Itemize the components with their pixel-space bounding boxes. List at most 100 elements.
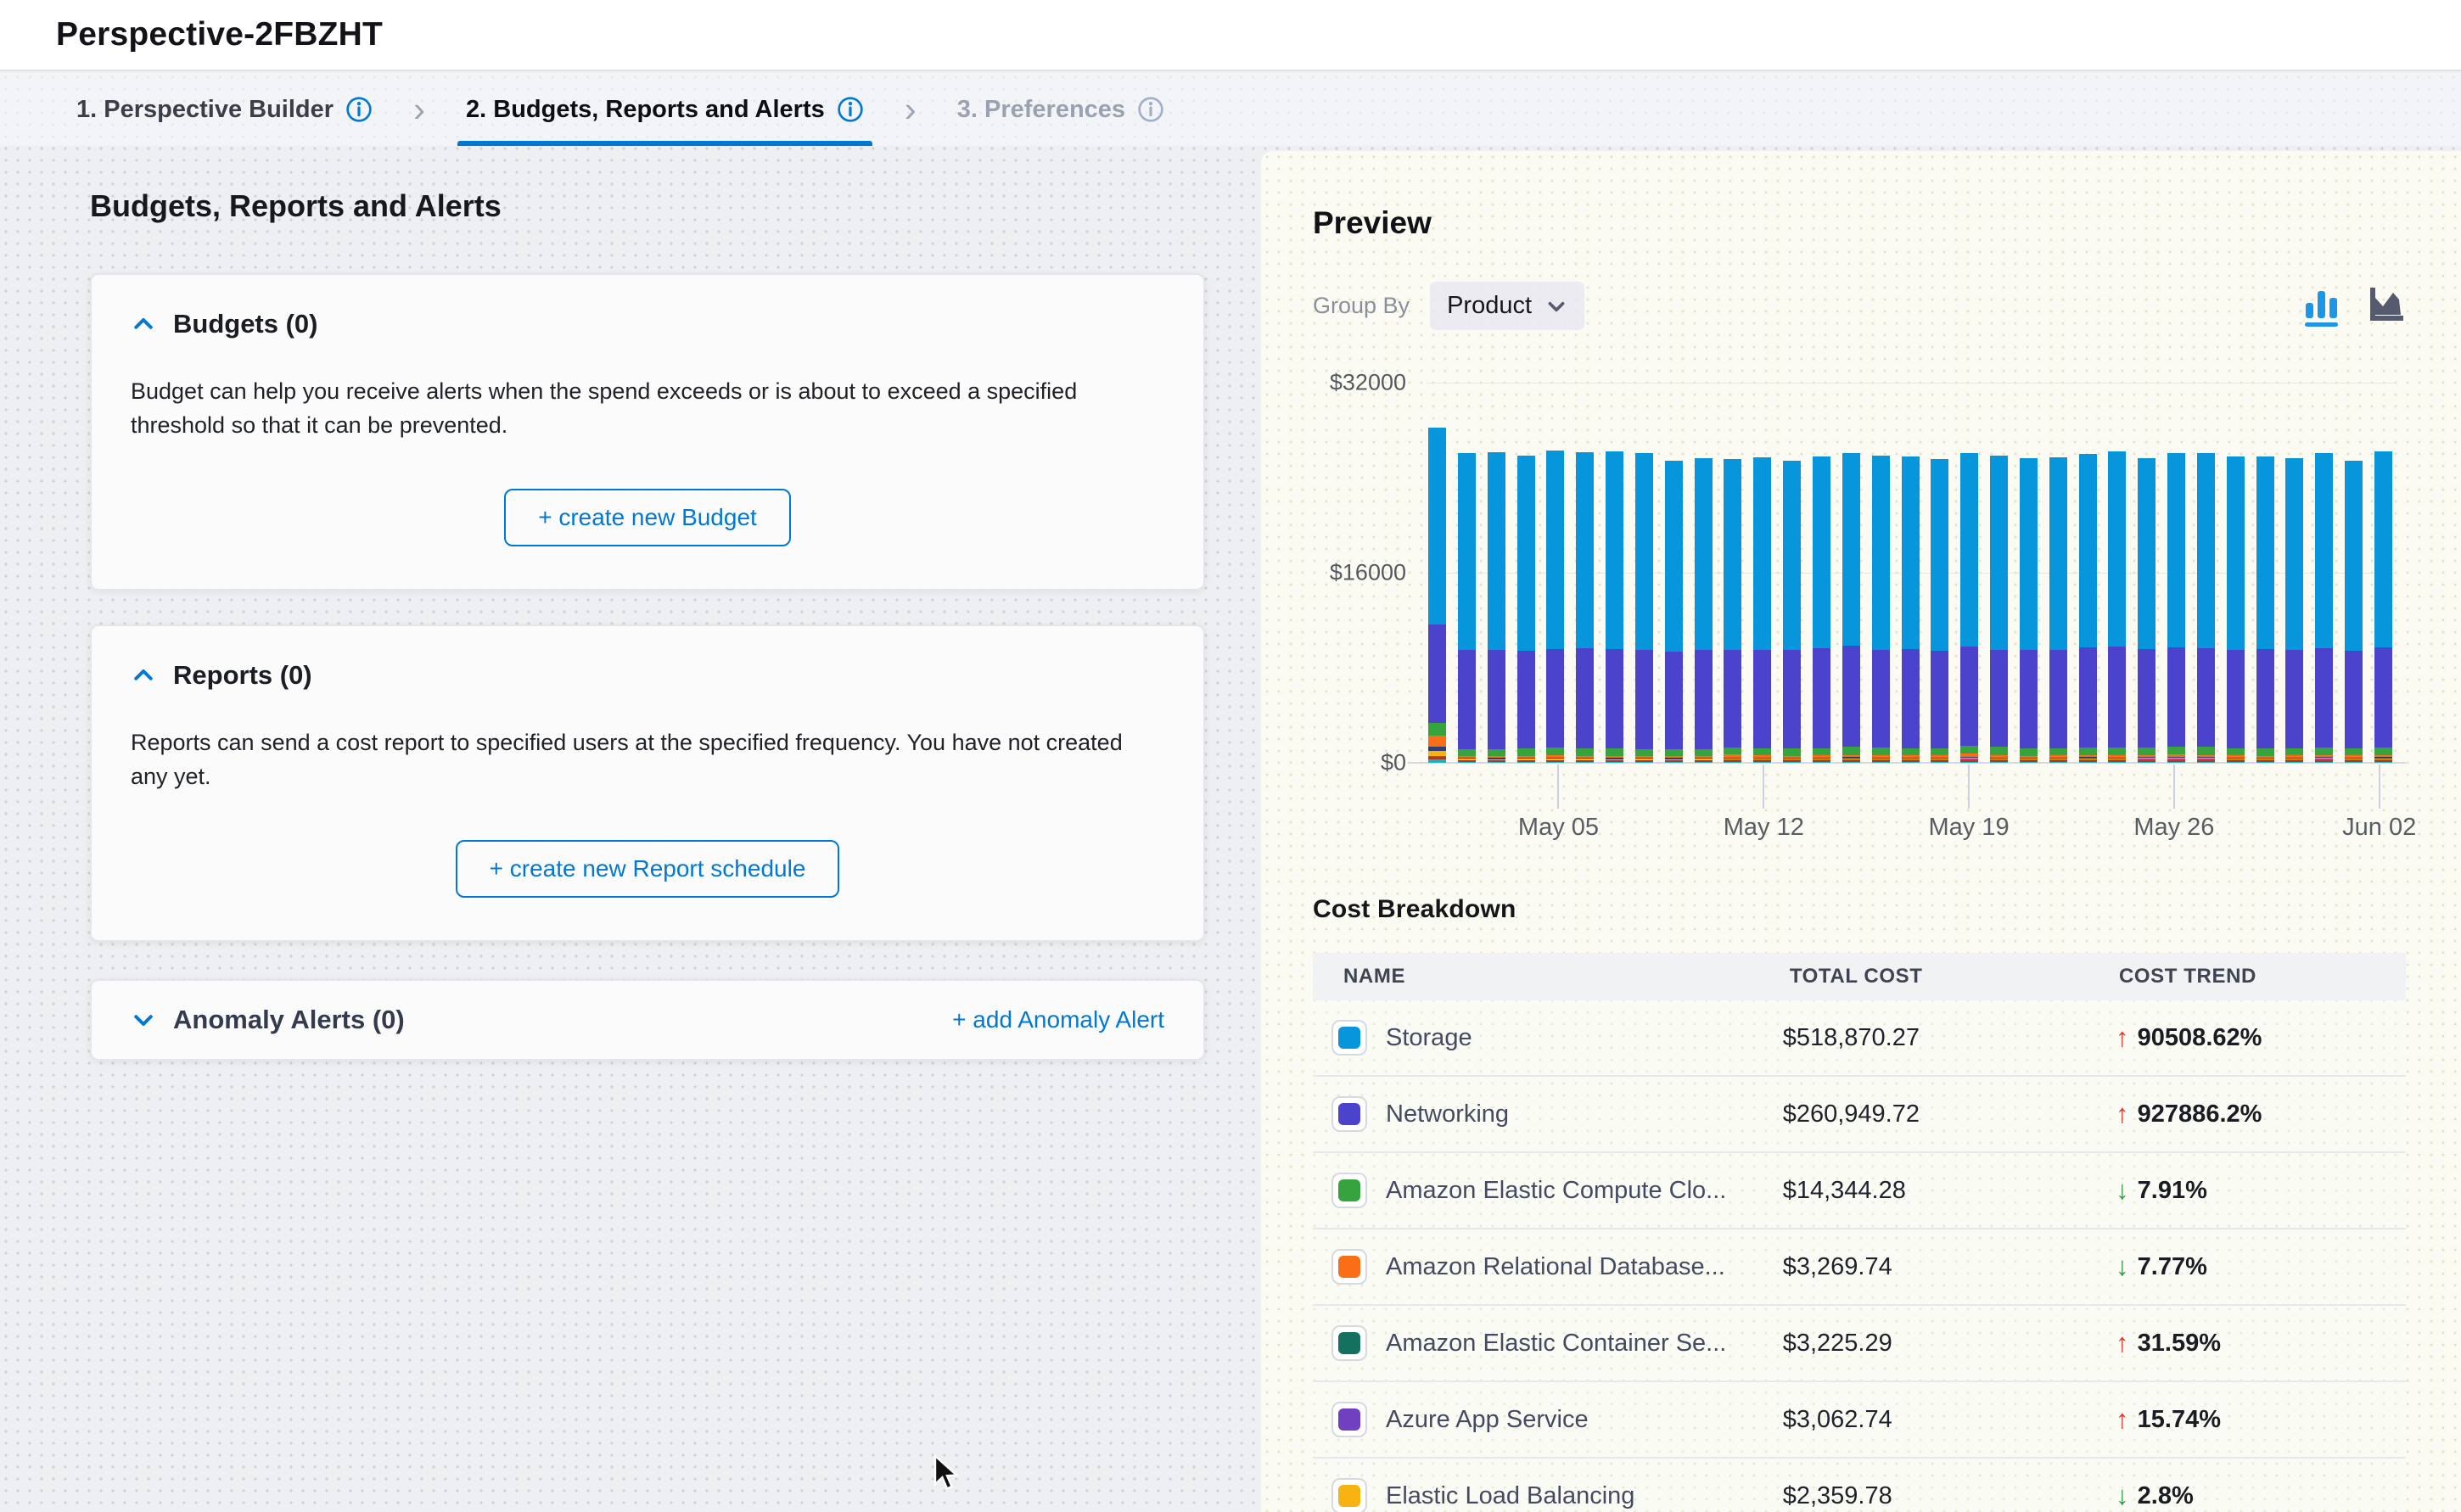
bar-chart-icon[interactable] xyxy=(2301,284,2342,328)
trend-up-icon: ↑ xyxy=(2116,1022,2129,1053)
stacked-bar xyxy=(2315,453,2333,763)
row-name: Amazon Relational Database... xyxy=(1386,1253,1725,1281)
trend-down-icon: ↓ xyxy=(2116,1175,2129,1206)
preview-controls: Group By Product xyxy=(1313,282,2405,330)
create-budget-button[interactable]: + create new Budget xyxy=(504,489,791,546)
stacked-bar xyxy=(1753,457,1771,763)
stacked-bar xyxy=(1990,456,2008,763)
section-heading: Budgets, Reports and Alerts xyxy=(90,188,1205,224)
stacked-bar xyxy=(1872,456,1890,763)
area-chart-icon[interactable] xyxy=(2364,284,2405,328)
tab-perspective-builder[interactable]: 1. Perspective Builder xyxy=(68,73,381,146)
chevron-up-icon[interactable] xyxy=(131,663,156,688)
chevron-up-icon[interactable] xyxy=(131,311,156,337)
info-icon[interactable] xyxy=(1137,96,1164,123)
stacked-bar xyxy=(2285,458,2303,763)
legend-swatch xyxy=(1331,1402,1367,1437)
tab-label: 3. Preferences xyxy=(957,96,1125,124)
table-header: NAME TOTAL COST COST TREND xyxy=(1313,953,2406,1000)
stacked-bar xyxy=(1931,459,1948,763)
row-name: Elastic Load Balancing xyxy=(1386,1482,1634,1510)
stacked-bar xyxy=(1576,452,1594,763)
y-tick-label: $32000 xyxy=(1313,370,1406,396)
info-icon[interactable] xyxy=(837,96,864,123)
table-row: Amazon Elastic Compute Clo...$14,344.28↓… xyxy=(1313,1153,2406,1229)
chart-type-toggles xyxy=(2301,284,2405,328)
legend-swatch xyxy=(1331,1096,1367,1132)
x-tick-mark xyxy=(1763,764,1764,809)
info-icon[interactable] xyxy=(345,96,373,123)
stacked-bar xyxy=(2374,451,2392,763)
x-tick-label: May 12 xyxy=(1724,814,1804,842)
tab-preferences[interactable]: 3. Preferences xyxy=(949,73,1173,146)
preview-panel: Preview Group By Product xyxy=(1260,151,2461,1512)
x-tick-mark xyxy=(2173,764,2175,809)
row-total-cost: $3,269.74 xyxy=(1783,1253,2116,1281)
stacked-bar xyxy=(1724,459,1741,763)
budgets-description: Budget can help you receive alerts when … xyxy=(131,375,1164,443)
stacked-bar xyxy=(2049,457,2067,763)
reports-description: Reports can send a cost report to specif… xyxy=(131,726,1164,794)
add-anomaly-alert-link[interactable]: + add Anomaly Alert xyxy=(952,1006,1164,1033)
y-tick-label: $16000 xyxy=(1313,560,1406,586)
tab-label: 2. Budgets, Reports and Alerts xyxy=(466,96,825,124)
stacked-bar xyxy=(2167,453,2185,763)
row-total-cost: $3,225.29 xyxy=(1783,1330,2116,1358)
stacked-bar xyxy=(2256,456,2274,763)
stacked-bar xyxy=(1902,456,1920,763)
trend-down-icon: ↓ xyxy=(2116,1481,2129,1511)
tab-label: 1. Perspective Builder xyxy=(76,96,334,124)
tab-budgets-reports-alerts[interactable]: 2. Budgets, Reports and Alerts xyxy=(457,73,872,146)
stacked-bar xyxy=(1517,456,1535,763)
settings-column: Budgets, Reports and Alerts Budgets (0) … xyxy=(0,146,1260,1512)
stacked-bar xyxy=(1606,451,1623,763)
stacked-bar xyxy=(2079,454,2097,763)
wizard-tabs: 1. Perspective Builder › 2. Budgets, Rep… xyxy=(0,73,2461,146)
preview-title: Preview xyxy=(1313,205,2405,241)
row-cost-trend: ↑927886.2% xyxy=(2116,1099,2406,1129)
col-name: NAME xyxy=(1343,965,1790,988)
stacked-bar xyxy=(1488,452,1505,763)
group-by-value: Product xyxy=(1447,292,1532,320)
stacked-bar xyxy=(1428,428,1446,763)
row-name: Storage xyxy=(1386,1024,1472,1052)
trend-up-icon: ↑ xyxy=(2116,1099,2129,1129)
legend-swatch xyxy=(1331,1478,1367,1512)
create-report-button[interactable]: + create new Report schedule xyxy=(456,840,840,898)
trend-down-icon: ↓ xyxy=(2116,1252,2129,1282)
table-row: Networking$260,949.72↑927886.2% xyxy=(1313,1077,2406,1153)
stacked-bar xyxy=(2345,461,2363,763)
legend-swatch xyxy=(1331,1249,1367,1285)
legend-swatch xyxy=(1331,1325,1367,1361)
group-by-dropdown[interactable]: Product xyxy=(1430,282,1584,330)
row-cost-trend: ↑31.59% xyxy=(2116,1328,2406,1358)
stacked-bar xyxy=(1665,461,1683,763)
stacked-bar xyxy=(1813,456,1830,763)
stacked-bar xyxy=(2138,458,2155,763)
page-title: Perspective-2FBZHT xyxy=(56,16,383,53)
chevron-down-icon[interactable] xyxy=(131,1007,156,1033)
table-row: Azure App Service$3,062.74↑15.74% xyxy=(1313,1382,2406,1459)
x-axis-labels: May 05May 12May 19May 26Jun 02 xyxy=(1427,763,2394,865)
stacked-bar xyxy=(1842,453,1860,763)
table-row: Amazon Relational Database...$3,269.74↓7… xyxy=(1313,1229,2406,1306)
stacked-bar xyxy=(2197,453,2215,763)
stacked-bar xyxy=(2227,456,2245,763)
window-header: Perspective-2FBZHT xyxy=(0,0,2461,71)
trend-up-icon: ↑ xyxy=(2116,1328,2129,1358)
col-cost-trend: COST TREND xyxy=(2119,965,2406,988)
stacked-bar xyxy=(1635,453,1653,763)
x-tick-mark xyxy=(2379,764,2380,809)
stacked-bar xyxy=(2020,458,2038,763)
chevron-right-icon: › xyxy=(381,73,457,146)
stacked-bar xyxy=(1546,451,1564,763)
mouse-cursor xyxy=(930,1454,964,1496)
row-name: Amazon Elastic Container Se... xyxy=(1386,1330,1726,1358)
x-tick-label: May 05 xyxy=(1518,814,1599,842)
table-row: Amazon Elastic Container Se... $3,225.29↑… xyxy=(1313,1306,2406,1382)
row-cost-trend: ↑15.74% xyxy=(2116,1404,2406,1435)
row-total-cost: $518,870.27 xyxy=(1783,1024,2116,1052)
y-tick-label: $0 xyxy=(1313,750,1406,776)
row-name: Amazon Elastic Compute Clo... xyxy=(1386,1177,1726,1205)
row-total-cost: $260,949.72 xyxy=(1783,1100,2116,1128)
